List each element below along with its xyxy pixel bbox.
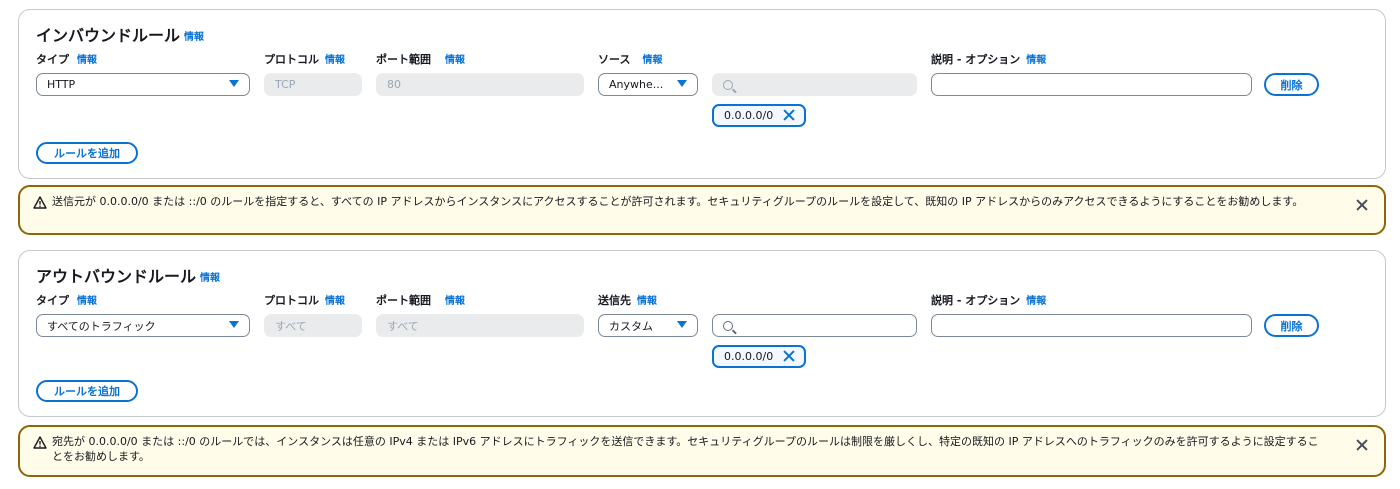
remove-token-icon[interactable] [783, 350, 795, 362]
inbound-warning-text: 送信元が 0.0.0.0/0 または ::/0 のルールを指定すると、すべての … [52, 195, 1304, 208]
outbound-warning-alert: 宛先が 0.0.0.0/0 または ::/0 のルールでは、インスタンスは任意の… [18, 425, 1386, 477]
caret-down-icon [677, 80, 687, 87]
type-select[interactable]: すべてのトラフィック [36, 314, 250, 337]
destination-label: 送信先 情報 [598, 294, 657, 307]
close-icon[interactable] [1356, 439, 1368, 451]
type-label: タイプ 情報 [36, 294, 97, 307]
search-icon [723, 320, 733, 331]
type-select[interactable]: HTTP [36, 73, 250, 96]
destination-info-link[interactable]: 情報 [637, 296, 657, 307]
port-range-label: ポート範囲 情報 [376, 53, 465, 66]
source-cidr-token: 0.0.0.0/0 [712, 104, 806, 127]
description-label: 説明 - オプション 情報 [931, 53, 1047, 66]
destination-cidr-token: 0.0.0.0/0 [712, 345, 806, 368]
warning-icon [33, 196, 47, 209]
description-input[interactable] [931, 314, 1252, 337]
description-input[interactable] [931, 73, 1252, 96]
source-select[interactable]: Anywhe... [598, 73, 698, 96]
outbound-rules-panel: アウトバウンドルール 情報 タイプ 情報 プロトコル 情報 ポート範囲 情報 送信先 情報… [18, 250, 1386, 417]
protocol-info-link[interactable]: 情報 [325, 296, 345, 307]
caret-down-icon [229, 80, 239, 87]
port-range-label: ポート範囲 情報 [376, 294, 465, 307]
protocol-label: プロトコル 情報 [264, 53, 345, 66]
protocol-field: すべて [264, 314, 362, 337]
add-inbound-rule-button[interactable]: ルールを追加 [36, 142, 138, 164]
source-info-link[interactable]: 情報 [642, 55, 662, 66]
type-label: タイプ 情報 [36, 53, 97, 66]
inbound-rules-title: インバウンドルール 情報 [36, 26, 205, 45]
protocol-field: TCP [264, 73, 362, 96]
protocol-label: プロトコル 情報 [264, 294, 345, 307]
delete-rule-button[interactable]: 削除 [1264, 314, 1319, 337]
description-info-link[interactable]: 情報 [1026, 55, 1046, 66]
remove-token-icon[interactable] [783, 109, 795, 121]
description-info-link[interactable]: 情報 [1026, 296, 1046, 307]
port-range-info-link[interactable]: 情報 [445, 55, 465, 66]
type-info-link[interactable]: 情報 [77, 55, 97, 66]
destination-select[interactable]: カスタム [598, 314, 698, 337]
port-range-info-link[interactable]: 情報 [445, 296, 465, 307]
inbound-warning-alert: 送信元が 0.0.0.0/0 または ::/0 のルールを指定すると、すべての … [18, 185, 1386, 235]
outbound-warning-text: 宛先が 0.0.0.0/0 または ::/0 のルールでは、インスタンスは任意の… [52, 435, 1319, 463]
inbound-rules-panel: インバウンドルール 情報 タイプ 情報 プロトコル 情報 ポート範囲 情報 ソース 情報 … [18, 9, 1386, 179]
protocol-info-link[interactable]: 情報 [325, 55, 345, 66]
inbound-title-info-link[interactable]: 情報 [184, 32, 204, 43]
delete-rule-button[interactable]: 削除 [1264, 73, 1319, 96]
search-icon [723, 79, 733, 90]
type-info-link[interactable]: 情報 [77, 296, 97, 307]
description-label: 説明 - オプション 情報 [931, 294, 1047, 307]
destination-search-input[interactable] [712, 314, 917, 337]
close-icon[interactable] [1356, 199, 1368, 211]
caret-down-icon [677, 321, 687, 328]
source-label: ソース 情報 [598, 53, 663, 66]
outbound-title-info-link[interactable]: 情報 [200, 273, 220, 284]
port-range-field: すべて [376, 314, 584, 337]
add-outbound-rule-button[interactable]: ルールを追加 [36, 380, 138, 402]
source-search-input [712, 73, 917, 96]
outbound-rules-title: アウトバウンドルール 情報 [36, 267, 221, 286]
caret-down-icon [229, 321, 239, 328]
warning-icon [33, 436, 47, 449]
port-range-field: 80 [376, 73, 584, 96]
